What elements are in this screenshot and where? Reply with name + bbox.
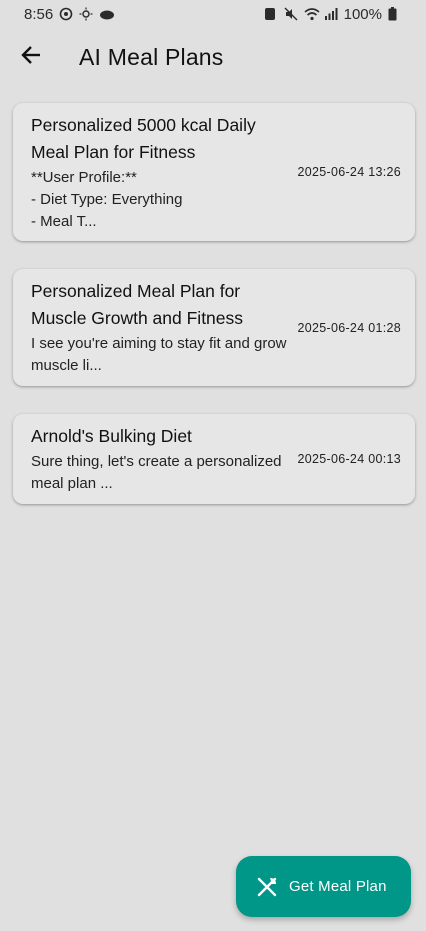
status-right: 100% <box>264 6 402 23</box>
signal-icon <box>324 7 338 21</box>
arrow-back-icon <box>20 44 42 71</box>
card-text: Personalized 5000 kcal Daily Meal Plan f… <box>31 112 288 233</box>
plan-date: 2025-06-24 00:13 <box>297 452 401 466</box>
utensils-icon <box>255 875 279 899</box>
page-title: AI Meal Plans <box>79 43 224 70</box>
brightness-icon <box>79 7 93 21</box>
mute-icon <box>284 7 298 21</box>
fab-label: Get Meal Plan <box>289 878 387 895</box>
meal-plan-card[interactable]: Arnold's Bulking Diet Sure thing, let's … <box>13 414 415 504</box>
plan-title: Personalized 5000 kcal Daily Meal Plan f… <box>31 114 256 162</box>
sync-icon <box>59 7 73 21</box>
meal-plan-card[interactable]: Personalized Meal Plan for Muscle Growth… <box>13 269 415 386</box>
wifi-icon <box>304 7 320 21</box>
battery-percent: 100% <box>343 5 382 23</box>
meal-plan-card[interactable]: Personalized 5000 kcal Daily Meal Plan f… <box>13 103 415 241</box>
nfc-icon <box>264 7 278 21</box>
plan-date: 2025-06-24 13:26 <box>297 165 401 179</box>
plan-title: Personalized Meal Plan for Muscle Growth… <box>31 281 244 328</box>
get-meal-plan-button[interactable]: Get Meal Plan <box>236 856 411 917</box>
plan-preview: I see you're aiming to stay fit and grow… <box>31 335 287 374</box>
status-bar: 8:56 100% <box>0 0 426 28</box>
battery-icon <box>388 7 402 21</box>
back-button[interactable] <box>7 33 55 81</box>
plan-preview: **User Profile:** - Diet Type: Everythin… <box>31 168 183 230</box>
plan-date: 2025-06-24 01:28 <box>297 320 401 335</box>
app-bar: AI Meal Plans <box>0 28 426 86</box>
plan-title: Arnold's Bulking Diet <box>31 426 192 446</box>
card-text: Personalized Meal Plan for Muscle Growth… <box>31 278 288 377</box>
plan-preview: Sure thing, let's create a personalized … <box>31 453 282 492</box>
status-left: 8:56 <box>24 5 115 23</box>
meal-plan-list: Personalized 5000 kcal Daily Meal Plan f… <box>13 103 415 504</box>
cloud-icon <box>99 7 115 21</box>
status-time: 8:56 <box>24 5 54 23</box>
card-text: Arnold's Bulking Diet Sure thing, let's … <box>31 423 288 495</box>
